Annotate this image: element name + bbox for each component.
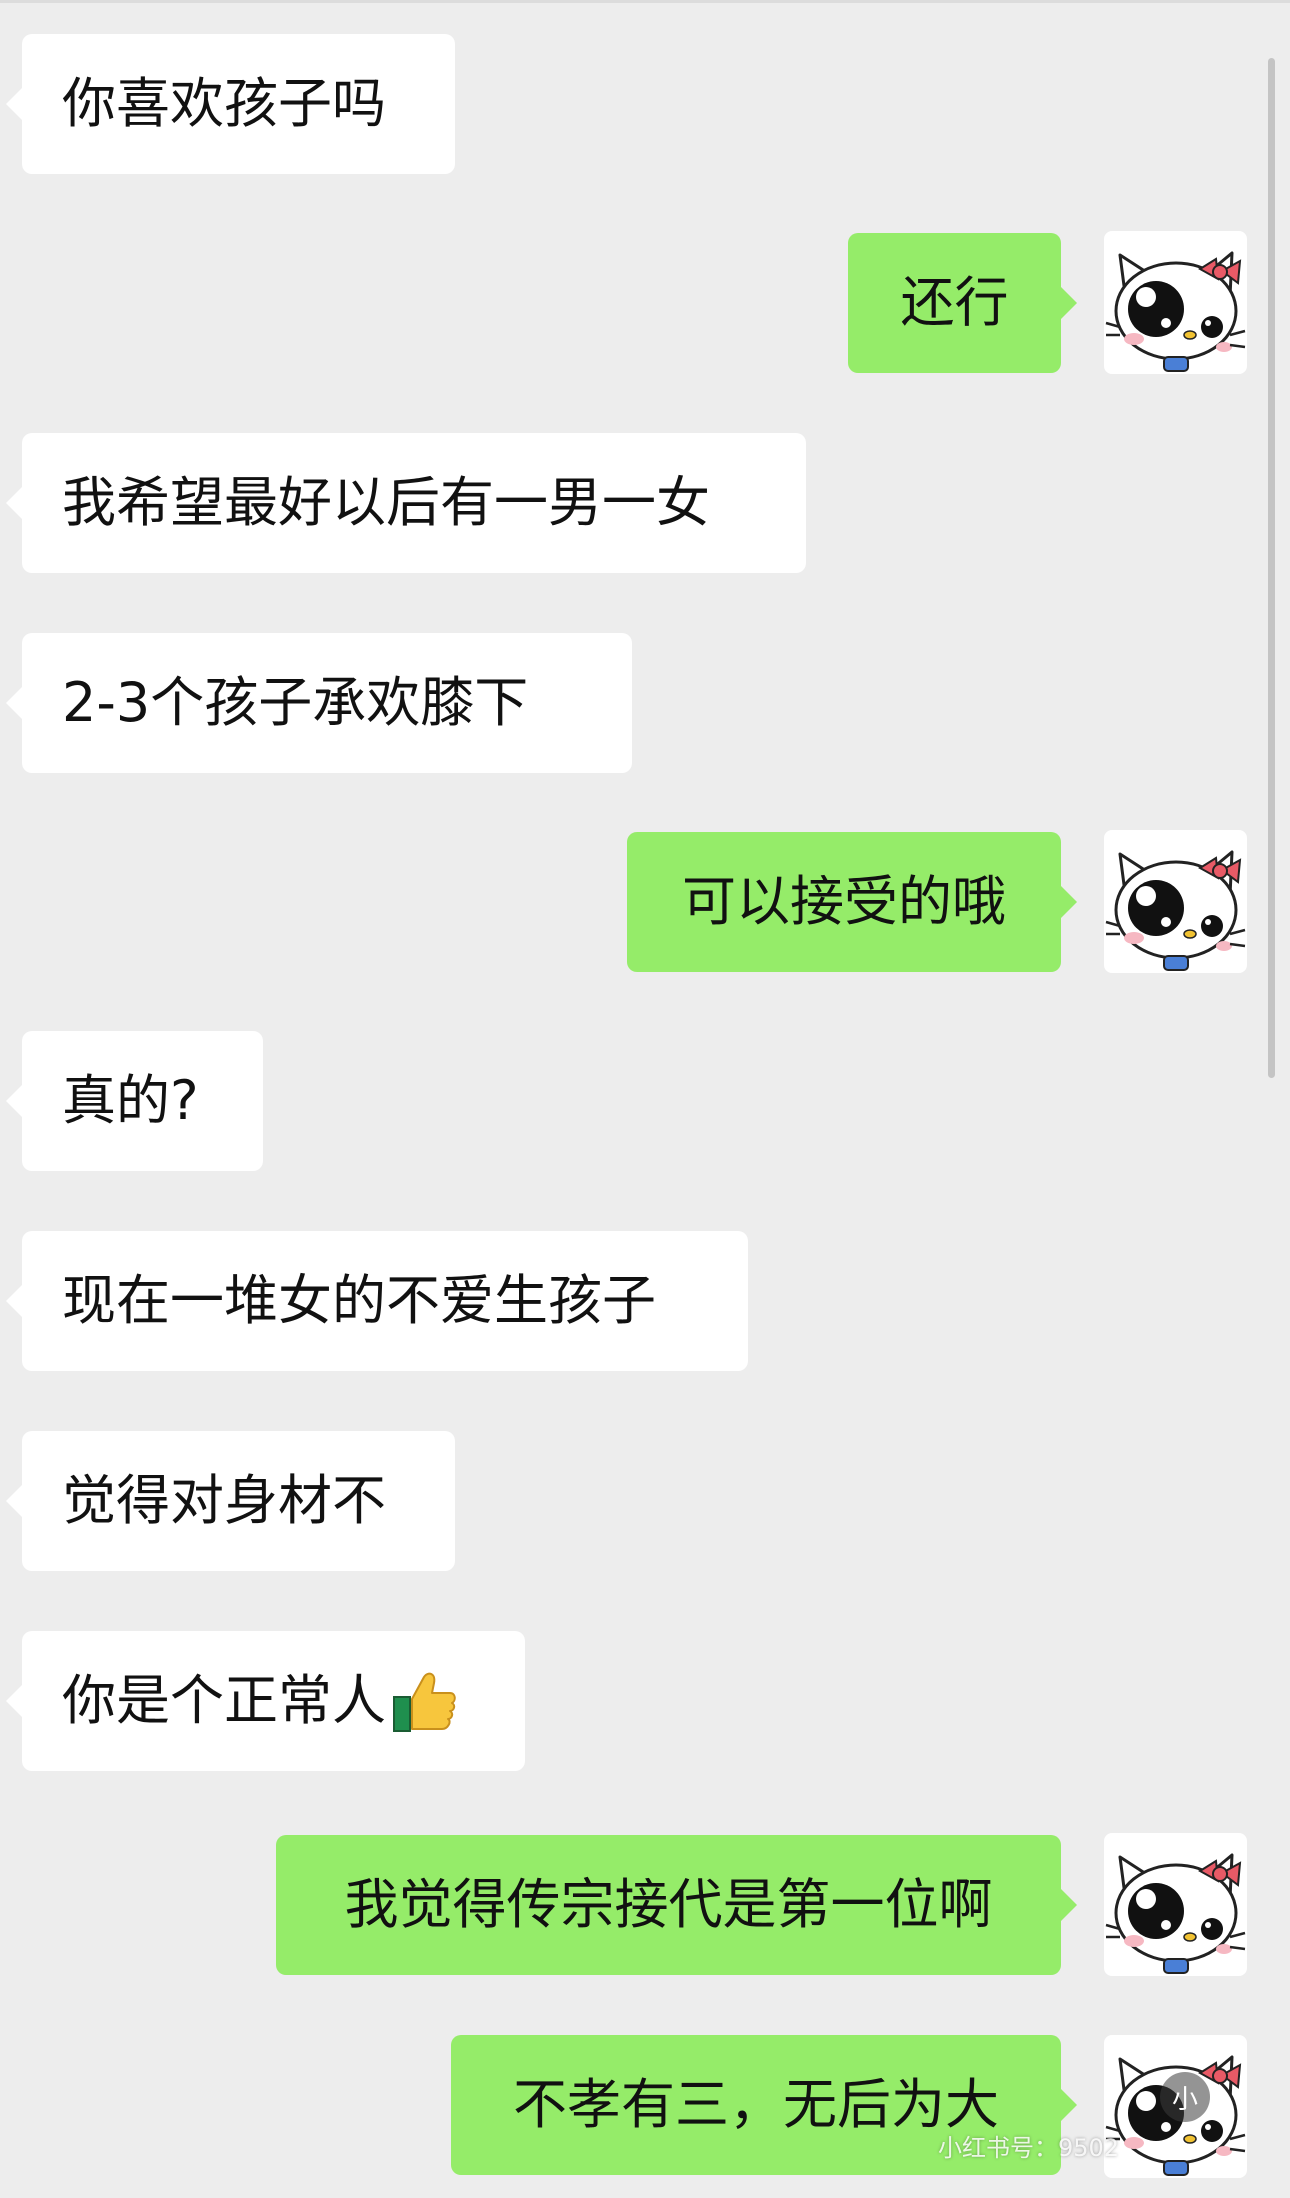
message-text: 还行: [900, 271, 1009, 334]
message-bubble-incoming[interactable]: 我希望最好以后有一男一女: [6, 433, 806, 573]
chat-conversation: 你喜欢孩子吗 还行 我希望最好以后有一男一女 2-3个孩子承欢膝下 可以接受的哦…: [0, 0, 1290, 2198]
top-divider: [0, 0, 1290, 3]
scrollbar[interactable]: [1268, 58, 1275, 1078]
message-bubble-incoming[interactable]: 真的?: [6, 1031, 263, 1171]
kitty-avatar-icon: [1104, 1833, 1247, 1976]
avatar[interactable]: [1104, 830, 1247, 973]
message-text: 2-3个孩子承欢膝下: [62, 671, 529, 734]
message-text: 真的?: [62, 1069, 199, 1132]
avatar[interactable]: [1104, 1833, 1247, 1976]
message-text: 觉得对身材不: [62, 1469, 386, 1532]
message-bubble-incoming[interactable]: 你喜欢孩子吗: [6, 34, 455, 174]
message-bubble-incoming[interactable]: 觉得对身材不: [6, 1431, 455, 1571]
message-text: 我希望最好以后有一男一女: [62, 471, 710, 534]
message-bubble-outgoing[interactable]: 我觉得传宗接代是第一位啊: [276, 1835, 1077, 1975]
kitty-avatar-icon: [1104, 830, 1247, 973]
watermark-logo: 小: [1160, 2072, 1210, 2122]
message-bubble-incoming[interactable]: 现在一堆女的不爱生孩子: [6, 1231, 748, 1371]
message-bubble-incoming[interactable]: 2-3个孩子承欢膝下: [6, 633, 632, 773]
message-bubble-outgoing[interactable]: 还行: [848, 233, 1077, 373]
message-text: 不孝有三，无后为大: [513, 2073, 999, 2136]
thumbs-up-icon: [390, 1667, 458, 1735]
kitty-avatar-icon: [1104, 231, 1247, 374]
message-text: 可以接受的哦: [682, 870, 1006, 933]
avatar[interactable]: [1104, 231, 1247, 374]
message-text: 我觉得传宗接代是第一位啊: [344, 1873, 993, 1936]
message-bubble-outgoing[interactable]: 可以接受的哦: [627, 832, 1077, 972]
message-text: 你喜欢孩子吗: [62, 72, 386, 135]
message-text: 现在一堆女的不爱生孩子: [62, 1269, 656, 1332]
message-bubble-incoming[interactable]: 你是个正常人: [6, 1631, 525, 1771]
watermark-text: 小红书号：9502: [938, 2134, 1120, 2162]
message-text: 你是个正常人: [62, 1669, 386, 1732]
